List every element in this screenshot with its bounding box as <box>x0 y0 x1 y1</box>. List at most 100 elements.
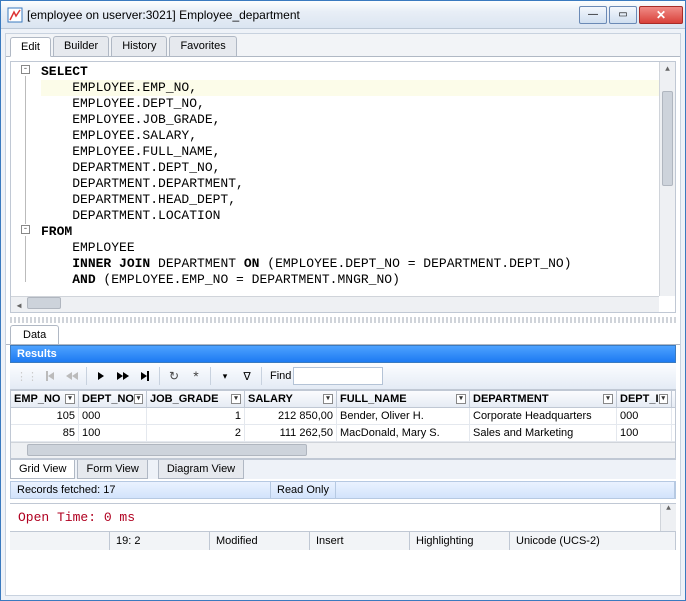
window-frame: [employee on userver:3021] Employee_depa… <box>0 0 686 601</box>
cell[interactable]: Sales and Marketing <box>470 425 617 441</box>
open-time-panel: Open Time: 0 ms ▲ <box>10 503 676 531</box>
sql-line: DEPARTMENT.LOCATION <box>41 208 671 224</box>
find-label: Find <box>270 370 291 382</box>
log-vertical-scrollbar[interactable]: ▲ <box>660 504 676 531</box>
cell[interactable]: 105 <box>11 408 79 424</box>
result-tabs: Data <box>6 323 680 345</box>
open-time-text: Open Time: 0 ms <box>18 510 135 525</box>
view-tab-form[interactable]: Form View <box>77 460 147 479</box>
column-header-emp-no[interactable]: EMP_NO▾ <box>11 391 79 407</box>
grid-horizontal-scrollbar[interactable] <box>11 442 675 458</box>
fold-toggle-icon[interactable]: - <box>21 65 30 74</box>
filter-dropdown-button[interactable]: ▾ <box>215 366 235 386</box>
table-row[interactable]: 85 100 2 111 262,50 MacDonald, Mary S. S… <box>11 425 675 442</box>
scrollbar-thumb[interactable] <box>662 91 673 186</box>
column-filter-icon[interactable]: ▾ <box>603 394 613 404</box>
status-modified: Modified <box>210 532 310 550</box>
tab-favorites[interactable]: Favorites <box>169 36 236 56</box>
column-header-dept-i[interactable]: DEPT_I▾ <box>617 391 672 407</box>
view-tab-diagram[interactable]: Diagram View <box>158 460 244 479</box>
cell[interactable]: Bender, Oliver H. <box>337 408 470 424</box>
content-area: Edit Builder History Favorites - - SELEC… <box>5 33 681 596</box>
column-header-full-name[interactable]: FULL_NAME▾ <box>337 391 470 407</box>
minimize-button[interactable]: — <box>579 6 607 24</box>
maximize-button[interactable]: ▭ <box>609 6 637 24</box>
refresh-button[interactable]: ↻ <box>164 366 184 386</box>
cell[interactable]: 100 <box>79 425 147 441</box>
last-record-button[interactable] <box>135 366 155 386</box>
cell[interactable]: 000 <box>617 408 672 424</box>
sql-editor[interactable]: - - SELECT EMPLOYEE.EMP_NO, EMPLOYEE.DEP… <box>10 61 676 313</box>
titlebar[interactable]: [employee on userver:3021] Employee_depa… <box>1 1 685 29</box>
results-header: Results <box>10 345 676 363</box>
fold-gutter: - - <box>11 62 37 312</box>
sql-line-highlighted: EMPLOYEE.EMP_NO, <box>41 80 671 96</box>
filter-button[interactable]: ∇ <box>237 366 257 386</box>
sql-line: EMPLOYEE.FULL_NAME, <box>41 144 671 160</box>
prev-record-button[interactable] <box>62 366 82 386</box>
results-grid[interactable]: EMP_NO▾ DEPT_NO▾ JOB_GRADE▾ SALARY▾ FULL… <box>10 390 676 459</box>
tab-edit[interactable]: Edit <box>10 37 51 57</box>
sql-line: INNER JOIN DEPARTMENT ON (EMPLOYEE.DEPT_… <box>41 256 671 272</box>
sql-keyword: SELECT <box>41 64 88 79</box>
fold-toggle-icon[interactable]: - <box>21 225 30 234</box>
window-buttons: — ▭ ✕ <box>579 6 683 24</box>
sql-line: EMPLOYEE.DEPT_NO, <box>41 96 671 112</box>
find-input[interactable] <box>293 367 383 385</box>
cell[interactable]: 000 <box>79 408 147 424</box>
cell[interactable]: 2 <box>147 425 245 441</box>
first-record-button[interactable] <box>40 366 60 386</box>
sql-line: EMPLOYEE.SALARY, <box>41 128 671 144</box>
close-button[interactable]: ✕ <box>639 6 683 24</box>
table-row[interactable]: 105 000 1 212 850,00 Bender, Oliver H. C… <box>11 408 675 425</box>
status-insert-mode: Insert <box>310 532 410 550</box>
app-icon <box>7 7 23 23</box>
column-header-dept-no[interactable]: DEPT_NO▾ <box>79 391 147 407</box>
tab-history[interactable]: History <box>111 36 167 56</box>
cell[interactable]: MacDonald, Mary S. <box>337 425 470 441</box>
fold-line <box>25 236 26 282</box>
readonly-label: Read Only <box>271 482 336 498</box>
cell[interactable]: Corporate Headquarters <box>470 408 617 424</box>
records-fetched-label: Records fetched: 17 <box>11 482 271 498</box>
view-tab-grid[interactable]: Grid View <box>10 460 75 479</box>
scrollbar-thumb[interactable] <box>27 444 307 456</box>
column-filter-icon[interactable]: ▾ <box>323 394 333 404</box>
column-filter-icon[interactable]: ▾ <box>659 394 668 404</box>
cell[interactable]: 100 <box>617 425 672 441</box>
cell[interactable]: 212 850,00 <box>245 408 337 424</box>
statusbar: 19: 2 Modified Insert Highlighting Unico… <box>10 531 676 550</box>
sql-line: DEPARTMENT.HEAD_DEPT, <box>41 192 671 208</box>
tab-builder[interactable]: Builder <box>53 36 109 56</box>
status-highlighting: Highlighting <box>410 532 510 550</box>
column-filter-icon[interactable]: ▾ <box>456 394 466 404</box>
scrollbar-thumb[interactable] <box>27 297 61 309</box>
new-record-button[interactable]: * <box>186 366 206 386</box>
results-toolbar: ⋮⋮ ↻ * ▾ ∇ Find <box>10 363 676 390</box>
next-record-button[interactable] <box>113 366 133 386</box>
column-header-job-grade[interactable]: JOB_GRADE▾ <box>147 391 245 407</box>
cell[interactable]: 111 262,50 <box>245 425 337 441</box>
column-header-salary[interactable]: SALARY▾ <box>245 391 337 407</box>
sql-line: EMPLOYEE <box>41 240 671 256</box>
cell[interactable]: 85 <box>11 425 79 441</box>
editor-horizontal-scrollbar[interactable]: ◀ <box>11 296 659 312</box>
column-header-department[interactable]: DEPARTMENT▾ <box>470 391 617 407</box>
status-encoding: Unicode (UCS-2) <box>510 532 676 550</box>
column-filter-icon[interactable]: ▾ <box>65 394 75 404</box>
sql-line: DEPARTMENT.DEPT_NO, <box>41 160 671 176</box>
status-cursor-pos: 19: 2 <box>110 532 210 550</box>
grid-header-row: EMP_NO▾ DEPT_NO▾ JOB_GRADE▾ SALARY▾ FULL… <box>11 391 675 408</box>
column-filter-icon[interactable]: ▾ <box>231 394 241 404</box>
editor-vertical-scrollbar[interactable]: ▲ <box>659 62 675 296</box>
tab-data[interactable]: Data <box>10 325 59 344</box>
play-button[interactable] <box>91 366 111 386</box>
sql-line: AND (EMPLOYEE.EMP_NO = DEPARTMENT.MNGR_N… <box>41 272 671 288</box>
editor-wrap: - - SELECT EMPLOYEE.EMP_NO, EMPLOYEE.DEP… <box>6 57 680 317</box>
view-tabs: Grid View Form View Diagram View <box>10 459 676 479</box>
sql-line: EMPLOYEE.JOB_GRADE, <box>41 112 671 128</box>
editor-tabs: Edit Builder History Favorites <box>6 34 680 57</box>
fold-line <box>25 76 26 224</box>
cell[interactable]: 1 <box>147 408 245 424</box>
column-filter-icon[interactable]: ▾ <box>134 394 143 404</box>
